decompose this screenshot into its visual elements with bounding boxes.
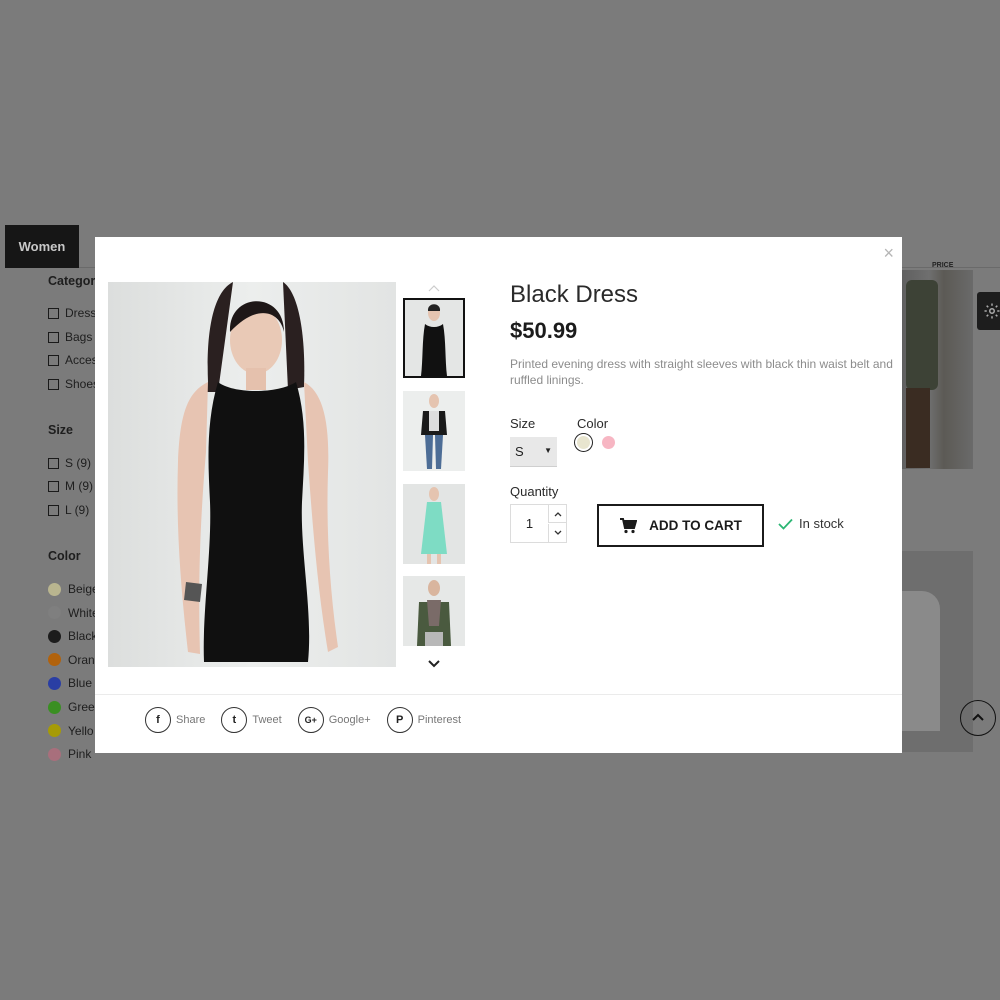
thumbnail-2[interactable] bbox=[403, 391, 465, 471]
product-photo-jacket[interactable] bbox=[900, 270, 973, 469]
filter-size-m[interactable]: M (9) bbox=[48, 479, 93, 493]
add-to-cart-label: ADD TO CART bbox=[649, 518, 742, 533]
filter-categories-heading: Categori bbox=[48, 274, 99, 288]
color-dot-icon bbox=[48, 676, 61, 690]
thumbnail-4[interactable] bbox=[403, 576, 465, 646]
chevron-down-icon bbox=[428, 660, 440, 668]
color-swatch-beige[interactable] bbox=[577, 436, 590, 449]
product-title: Black Dress bbox=[510, 281, 639, 308]
share-google-plus-label: Google+ bbox=[328, 714, 371, 726]
share-facebook-label: Share bbox=[176, 714, 206, 726]
size-selected-value: S bbox=[515, 444, 524, 459]
share-twitter-button[interactable]: t Tweet bbox=[221, 707, 282, 733]
product-description: Printed evening dress with straight slee… bbox=[510, 357, 893, 387]
filter-color-label: Oran bbox=[68, 652, 95, 667]
caret-down-icon: ▼ bbox=[544, 446, 552, 455]
quick-view-modal: × Black Dress $50.99 Printed evening dre… bbox=[95, 237, 902, 753]
facebook-icon: f bbox=[145, 707, 171, 733]
chevron-up-icon bbox=[428, 285, 440, 292]
share-bar: f Share t Tweet G+ Google+ P Pinterest bbox=[145, 707, 477, 733]
filter-size-s[interactable]: S (9) bbox=[48, 456, 91, 470]
color-dot-icon bbox=[48, 629, 61, 643]
filter-color-label: Gree bbox=[68, 700, 95, 714]
filter-color-black[interactable]: Black bbox=[48, 629, 97, 643]
thumbnail-up-arrow[interactable] bbox=[402, 279, 466, 297]
scroll-to-top-button[interactable] bbox=[960, 700, 996, 736]
color-dot-icon bbox=[48, 700, 61, 714]
quantity-input[interactable]: 1 bbox=[511, 505, 548, 542]
filter-color-blue[interactable]: Blue bbox=[48, 676, 92, 690]
color-dot-icon bbox=[48, 747, 61, 761]
product-info: Black Dress $50.99 Printed evening dress… bbox=[510, 280, 895, 388]
modal-divider bbox=[95, 694, 902, 695]
filter-color-white[interactable]: White bbox=[48, 606, 99, 620]
color-dot-icon bbox=[48, 653, 61, 667]
share-pinterest-label: Pinterest bbox=[417, 714, 462, 726]
twitter-icon: t bbox=[221, 707, 248, 733]
filter-color-label: Yello bbox=[68, 723, 94, 738]
filter-color-heading: Color bbox=[48, 549, 81, 563]
price-column-label: PRICE bbox=[932, 262, 954, 269]
settings-gear-icon[interactable] bbox=[977, 292, 1000, 330]
filter-color-yello[interactable]: Yello bbox=[48, 724, 94, 738]
color-dot-icon bbox=[48, 724, 61, 738]
filter-color-label: Pink bbox=[68, 747, 92, 762]
stock-status: In stock bbox=[778, 516, 844, 531]
add-to-cart-button[interactable]: ADD TO CART bbox=[597, 504, 764, 547]
filter-category-bags[interactable]: Bags bbox=[48, 330, 92, 344]
filter-color-oran[interactable]: Oran bbox=[48, 653, 95, 667]
quantity-decrease-button[interactable] bbox=[548, 524, 567, 542]
thumbnail-strip bbox=[402, 277, 466, 672]
filter-category-accessories[interactable]: Acces bbox=[48, 353, 98, 367]
thumbnail-3[interactable] bbox=[403, 484, 465, 564]
color-label: Color bbox=[577, 416, 609, 431]
filter-color-beige[interactable]: Beige bbox=[48, 582, 99, 596]
filter-category-shoes[interactable]: Shoes bbox=[48, 377, 99, 391]
product-price: $50.99 bbox=[510, 318, 578, 343]
quantity-increase-button[interactable] bbox=[548, 505, 567, 523]
share-facebook-button[interactable]: f Share bbox=[145, 707, 205, 733]
close-button[interactable]: × bbox=[883, 243, 894, 263]
filter-category-dress[interactable]: Dress bbox=[48, 306, 96, 320]
color-swatch-pink[interactable] bbox=[602, 436, 615, 449]
share-google-plus-button[interactable]: G+ Google+ bbox=[297, 707, 371, 733]
quantity-label: Quantity bbox=[510, 484, 559, 499]
filter-size-l[interactable]: L (9) bbox=[48, 503, 89, 517]
google-plus-icon: G+ bbox=[297, 707, 324, 733]
check-icon bbox=[778, 518, 793, 530]
thumbnail-down-arrow[interactable] bbox=[402, 655, 466, 673]
pinterest-icon: P bbox=[386, 707, 413, 733]
filter-size-heading: Size bbox=[48, 423, 74, 437]
color-dot-icon bbox=[48, 582, 61, 596]
product-main-image[interactable] bbox=[108, 282, 396, 667]
chevron-down-icon bbox=[554, 530, 562, 535]
tab-women[interactable]: Women bbox=[5, 225, 79, 268]
color-dot-icon bbox=[48, 606, 61, 620]
cart-icon bbox=[620, 517, 638, 533]
size-select[interactable]: S ▼ bbox=[510, 437, 557, 467]
size-label: Size bbox=[510, 416, 536, 431]
stock-status-text: In stock bbox=[799, 516, 844, 531]
filter-color-label: Black bbox=[68, 629, 98, 644]
share-twitter-label: Tweet bbox=[252, 714, 282, 726]
filter-color-gree[interactable]: Gree bbox=[48, 700, 95, 714]
filter-color-pink[interactable]: Pink bbox=[48, 747, 91, 761]
quantity-stepper[interactable]: 1 bbox=[510, 504, 567, 543]
filter-color-label: Blue bbox=[68, 676, 93, 691]
share-pinterest-button[interactable]: P Pinterest bbox=[386, 707, 462, 733]
chevron-up-icon bbox=[554, 511, 562, 516]
thumbnail-1[interactable] bbox=[403, 298, 465, 378]
chevron-up-icon bbox=[972, 713, 984, 721]
